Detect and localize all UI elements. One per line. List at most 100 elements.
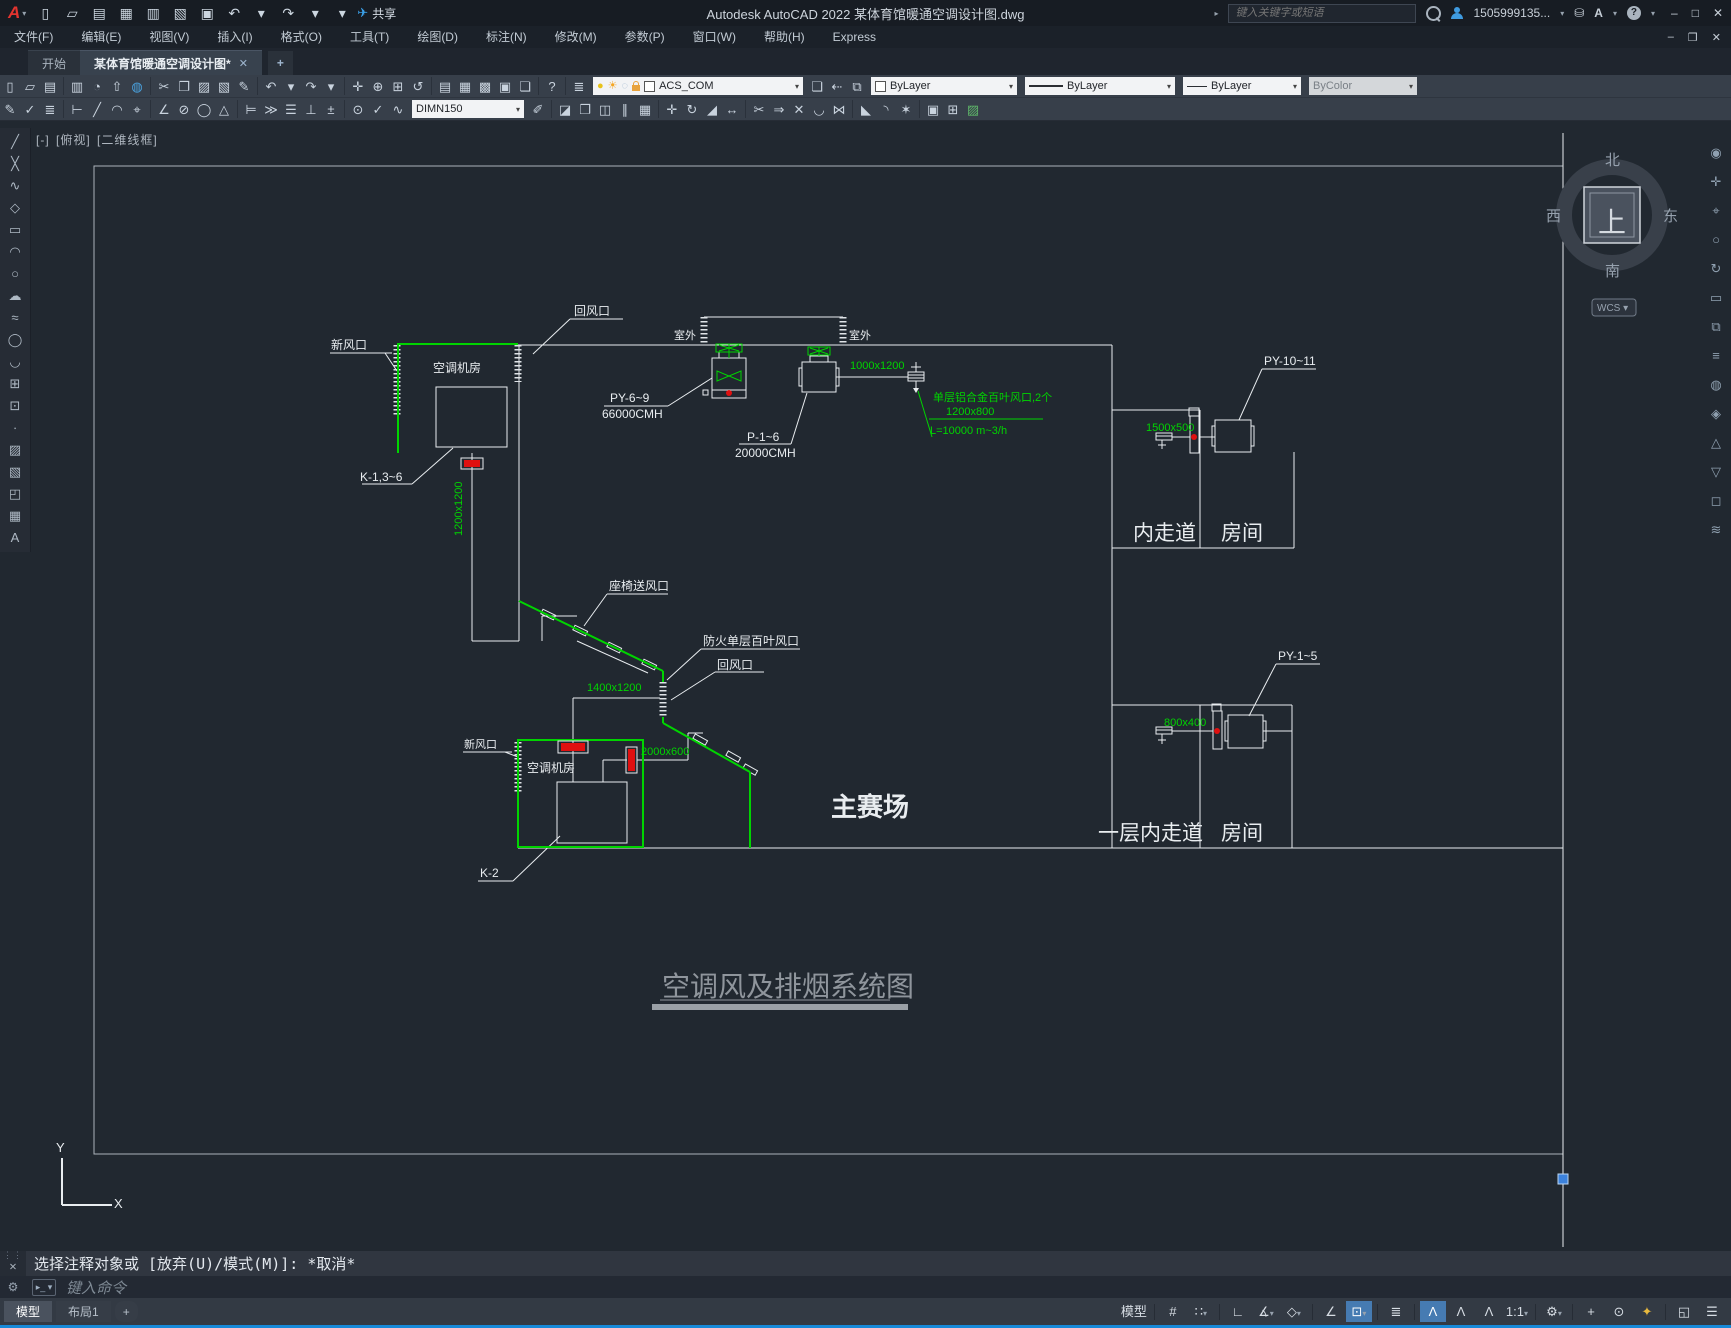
dim-diameter-icon[interactable]: ◯ (194, 99, 214, 120)
undo-chevron[interactable]: ▾ (281, 76, 301, 97)
fillet-icon[interactable]: ◝ (876, 99, 896, 120)
model-space-canvas[interactable] (0, 121, 1731, 1251)
menu-draw[interactable]: 绘图(D) (403, 26, 472, 48)
signed-in-user[interactable]: 1505999135... (1473, 6, 1550, 20)
layer-states-icon[interactable]: ⧉ (847, 76, 867, 97)
cut-icon[interactable]: ✂ (154, 76, 174, 97)
nav-layers-icon[interactable]: ⧉ (1711, 312, 1720, 341)
dim-break-icon[interactable]: ⊥ (301, 99, 321, 120)
osnap-icon-chevron[interactable]: ▾ (1362, 1309, 1366, 1318)
command-input-line[interactable]: ⚙ ▸_ ▾ 键入命令 (0, 1276, 1731, 1298)
menu-tools[interactable]: 工具(T) (336, 26, 403, 48)
arc-icon[interactable]: ◠ (9, 241, 20, 263)
redo-icon[interactable]: ↷ (301, 76, 321, 97)
layer-dropdown-chevron[interactable]: ▾ (795, 82, 799, 91)
save-icon[interactable]: ▤ (40, 76, 60, 97)
layer-thaw-sun-icon[interactable]: ☀ (608, 80, 618, 92)
isodraft-icon[interactable]: ◇▾ (1281, 1301, 1307, 1322)
paste-icon[interactable]: ▨ (194, 76, 214, 97)
new-layout-button[interactable]: + (114, 1301, 138, 1322)
markup-icon[interactable]: ❏ (515, 76, 535, 97)
publish-icon[interactable]: ⇧ (107, 76, 127, 97)
designcenter-icon[interactable]: ▦ (455, 76, 475, 97)
undo-icon[interactable]: ↶ (225, 5, 243, 22)
make-object-layer-current-icon[interactable]: ❏ (807, 76, 827, 97)
nav-up-icon[interactable]: △ (1711, 428, 1721, 457)
window-maximize-button[interactable]: □ (1692, 6, 1699, 20)
join-icon[interactable]: ⋈ (829, 99, 849, 120)
workspace-icon-chevron[interactable]: ▾ (1558, 1309, 1562, 1318)
nav-fullscreen-icon[interactable]: ◉ (1710, 138, 1721, 167)
gradient-icon[interactable]: ▧ (9, 461, 21, 483)
break-icon[interactable]: ◡ (809, 99, 829, 120)
nav-sphere-icon[interactable]: ◍ (1710, 370, 1721, 399)
dim-angular-icon[interactable]: ∠ (154, 99, 174, 120)
nav-wave-icon[interactable]: ≋ (1711, 515, 1722, 544)
open-icon[interactable]: ▱ (20, 76, 40, 97)
redo-icon[interactable]: ↷ (279, 5, 297, 22)
dimstyle-edit-icon[interactable]: ✐ (528, 99, 548, 120)
grid-icon[interactable]: # (1160, 1301, 1186, 1322)
autoscale-icon[interactable]: Λ (1448, 1301, 1474, 1322)
explode-icon[interactable]: ✶ (896, 99, 916, 120)
redo-chevron[interactable]: ▾ (321, 76, 341, 97)
polygon-icon[interactable]: ◇ (10, 197, 20, 219)
ellipse-icon[interactable]: ◯ (8, 329, 23, 351)
search-input[interactable] (1233, 6, 1388, 20)
search-icon[interactable] (1426, 5, 1442, 21)
polyline-icon[interactable]: ∿ (10, 175, 21, 197)
dim-update-icon[interactable]: ≣ (40, 99, 60, 120)
revision-cloud-icon[interactable]: ☁ (9, 285, 22, 307)
workspace-icon[interactable]: ⚙▾ (1541, 1301, 1567, 1322)
offset-icon[interactable]: ∥ (615, 99, 635, 120)
block-icon[interactable]: ⊞ (943, 99, 963, 120)
viewport-view-control[interactable]: [俯视] (56, 133, 91, 147)
layer-properties-icon[interactable]: ≣ (569, 76, 589, 97)
mirror-icon[interactable]: ◫ (595, 99, 615, 120)
layer-previous-icon[interactable]: ⇠ (827, 76, 847, 97)
menu-window[interactable]: 窗口(W) (679, 26, 750, 48)
dim-aligned-icon[interactable]: ╱ (87, 99, 107, 120)
otrack-icon[interactable]: ∠ (1318, 1301, 1344, 1322)
dim-jogged-icon[interactable]: △ (214, 99, 234, 120)
nav-rect-icon[interactable]: ▭ (1710, 283, 1722, 312)
graphics-performance-icon[interactable]: ✦ (1634, 1301, 1660, 1322)
chamfer-icon[interactable]: ◣ (856, 99, 876, 120)
polar-tracking-icon[interactable]: ∡▾ (1253, 1301, 1279, 1322)
annotation-scale-icon[interactable]: Λ (1476, 1301, 1502, 1322)
save-as-icon[interactable]: ▦ (117, 5, 135, 22)
tab-model[interactable]: 模型 (4, 1301, 53, 1322)
polar-tracking-icon-chevron[interactable]: ▾ (1270, 1309, 1274, 1318)
move-icon[interactable]: ✛ (662, 99, 682, 120)
menu-view[interactable]: 视图(V) (135, 26, 203, 48)
menu-dimension[interactable]: 标注(N) (472, 26, 541, 48)
doc-restore-button[interactable]: ❐ (1688, 31, 1698, 44)
menu-parametric[interactable]: 参数(P) (611, 26, 679, 48)
viewport-visual-style-control[interactable]: [二维线框] (97, 133, 158, 147)
plot-preview-icon[interactable]: ◔ (87, 76, 107, 97)
new-drawing-tab-button[interactable]: + (267, 51, 293, 75)
customization-icon[interactable]: ☰ (1699, 1301, 1725, 1322)
etransmit-icon[interactable]: ◍ (127, 76, 147, 97)
autocad-logo-chevron[interactable]: ▾ (22, 9, 26, 18)
break-point-icon[interactable]: ✕ (789, 99, 809, 120)
osnap-icon[interactable]: ⊡▾ (1345, 1301, 1372, 1322)
help-icon[interactable]: ? (1626, 6, 1641, 20)
dim-arc-length-icon[interactable]: ◠ (107, 99, 127, 120)
crosshair-plus-icon[interactable]: + (1578, 1301, 1604, 1322)
open-folder-icon[interactable]: ▱ (63, 5, 81, 22)
isodraft-icon-chevron[interactable]: ▾ (1297, 1309, 1301, 1318)
model-space-button[interactable]: 模型 (1119, 1301, 1149, 1322)
paste-special-icon[interactable]: ▧ (214, 76, 234, 97)
sheet-set-manager-icon[interactable]: ▣ (495, 76, 515, 97)
rotate-icon[interactable]: ↻ (682, 99, 702, 120)
doc-minimize-button[interactable]: – (1668, 31, 1674, 44)
dim-inspect-icon[interactable]: ✓ (368, 99, 388, 120)
save-mobile-icon[interactable]: ▥ (144, 5, 162, 22)
window-minimize-button[interactable]: – (1671, 6, 1678, 20)
copy-icon[interactable]: ❐ (174, 76, 194, 97)
spline-icon[interactable]: ≈ (11, 307, 18, 329)
group-icon[interactable]: ▣ (923, 99, 943, 120)
command-window-grip[interactable]: ⋮⋮ ✕ (0, 1251, 26, 1276)
menu-format[interactable]: 格式(O) (267, 26, 336, 48)
